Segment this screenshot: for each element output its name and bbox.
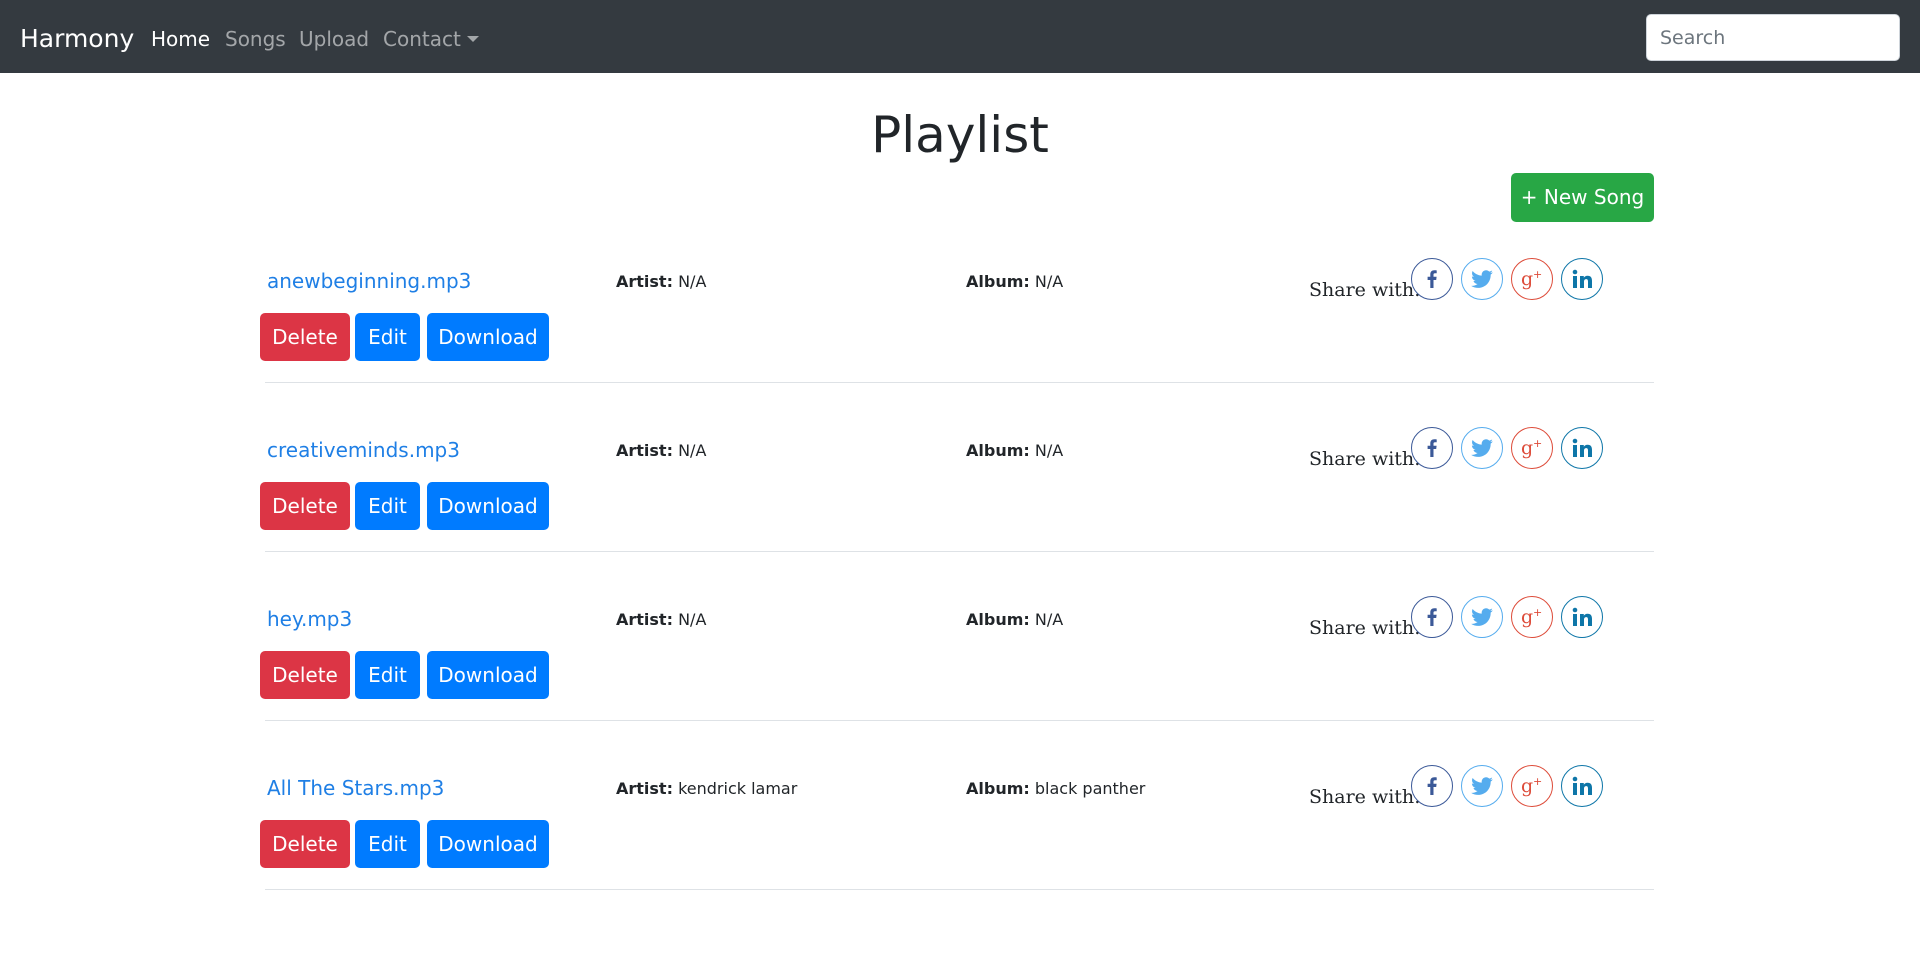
artist-value: N/A [678,441,707,460]
twitter-icon[interactable] [1461,427,1503,469]
row-divider [265,889,1654,890]
artist-label: Artist: [616,441,673,460]
download-button[interactable]: Download [427,313,549,361]
delete-button[interactable]: Delete [260,313,350,361]
twitter-icon[interactable] [1461,596,1503,638]
edit-button[interactable]: Edit [355,482,420,530]
album-value: N/A [1034,441,1064,460]
row-divider [265,382,1654,383]
song-album: Album: black panther [966,779,1145,799]
song-artist: Artist: N/A [616,272,706,292]
brand-logo[interactable]: Harmony [20,22,134,56]
row-divider [265,720,1654,721]
song-album: Album: N/A [966,272,1063,292]
svg-text:+: + [1533,775,1542,788]
song-album: Album: N/A [966,610,1063,630]
song-album: Album: N/A [966,441,1063,461]
song-row: anewbeginning.mp3 Artist: N/A Album: N/A… [0,258,1920,437]
linkedin-icon[interactable] [1561,258,1603,300]
nav-link-songs[interactable]: Songs [225,26,286,52]
song-row: hey.mp3 Artist: N/A Album: N/A Delete Ed… [0,596,1920,775]
facebook-icon[interactable] [1411,427,1453,469]
artist-value: N/A [678,610,707,629]
page-title: Playlist [871,106,1049,164]
song-title-link[interactable]: hey.mp3 [267,606,352,632]
twitter-icon[interactable] [1461,258,1503,300]
new-song-button[interactable]: + New Song [1511,173,1654,222]
google-plus-icon[interactable]: g + [1511,427,1553,469]
album-label: Album: [966,779,1030,798]
share-label: Share with: [1309,786,1421,808]
song-row: All The Stars.mp3 Artist: kendrick lamar… [0,765,1920,944]
album-value: N/A [1034,272,1064,291]
svg-text:g: g [1521,437,1533,459]
share-label: Share with: [1309,448,1421,470]
google-plus-icon[interactable]: g + [1511,596,1553,638]
artist-value: N/A [678,272,707,291]
svg-text:g: g [1521,775,1533,797]
share-label: Share with: [1309,617,1421,639]
google-plus-icon[interactable]: g + [1511,258,1553,300]
navbar: Harmony Home Songs Upload Contact [0,0,1920,73]
linkedin-icon[interactable] [1561,765,1603,807]
song-title-link[interactable]: creativeminds.mp3 [267,437,460,463]
linkedin-icon[interactable] [1561,596,1603,638]
song-title-link[interactable]: anewbeginning.mp3 [267,268,471,294]
song-artist: Artist: kendrick lamar [616,779,797,799]
delete-button[interactable]: Delete [260,651,350,699]
nav-link-upload[interactable]: Upload [299,26,369,52]
share-label: Share with: [1309,279,1421,301]
album-value: N/A [1034,610,1064,629]
song-artist: Artist: N/A [616,441,706,461]
facebook-icon[interactable] [1411,765,1453,807]
svg-text:+: + [1533,606,1542,619]
artist-label: Artist: [616,272,673,291]
album-value: black panther [1034,779,1146,798]
search-input[interactable] [1646,14,1900,61]
nav-link-home[interactable]: Home [151,26,210,52]
song-artist: Artist: N/A [616,610,706,630]
google-plus-icon[interactable]: g + [1511,765,1553,807]
delete-button[interactable]: Delete [260,482,350,530]
album-label: Album: [966,272,1030,291]
edit-button[interactable]: Edit [355,820,420,868]
artist-label: Artist: [616,779,673,798]
album-label: Album: [966,610,1030,629]
facebook-icon[interactable] [1411,258,1453,300]
svg-text:+: + [1533,437,1542,450]
album-label: Album: [966,441,1030,460]
song-row: creativeminds.mp3 Artist: N/A Album: N/A… [0,427,1920,606]
download-button[interactable]: Download [427,651,549,699]
chevron-down-icon [466,36,479,42]
nav-link-contact-label: Contact [383,27,461,51]
row-divider [265,551,1654,552]
linkedin-icon[interactable] [1561,427,1603,469]
edit-button[interactable]: Edit [355,313,420,361]
svg-text:g: g [1521,606,1533,628]
artist-value: kendrick lamar [678,779,798,798]
artist-label: Artist: [616,610,673,629]
twitter-icon[interactable] [1461,765,1503,807]
download-button[interactable]: Download [427,482,549,530]
svg-text:g: g [1521,268,1533,290]
svg-text:+: + [1533,268,1542,281]
song-title-link[interactable]: All The Stars.mp3 [267,775,444,801]
edit-button[interactable]: Edit [355,651,420,699]
facebook-icon[interactable] [1411,596,1453,638]
download-button[interactable]: Download [427,820,549,868]
nav-link-contact[interactable]: Contact [383,26,479,52]
delete-button[interactable]: Delete [260,820,350,868]
